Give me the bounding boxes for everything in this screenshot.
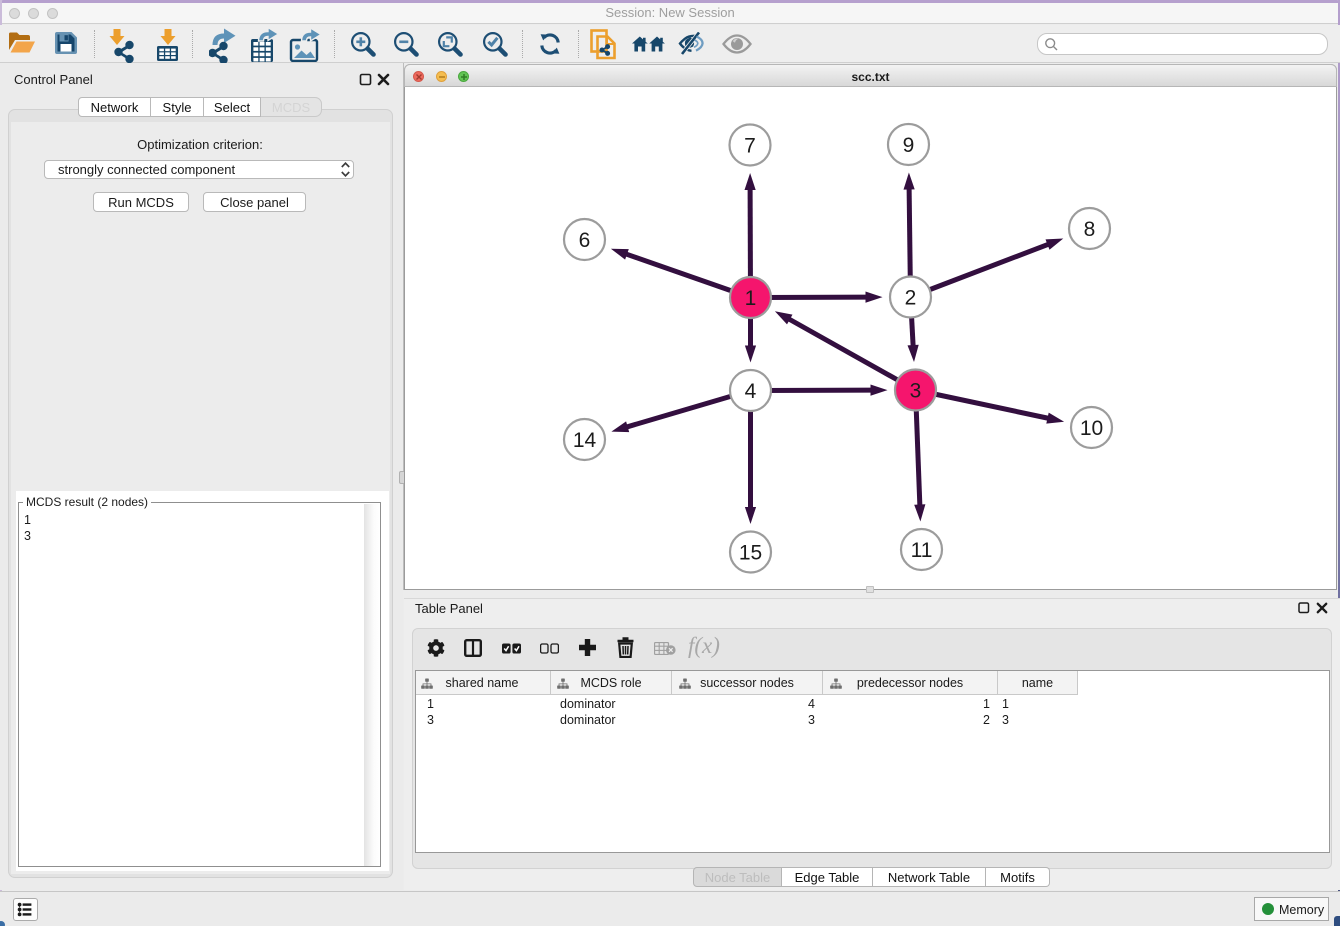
- svg-text:1: 1: [745, 287, 757, 310]
- svg-text:14: 14: [573, 429, 597, 452]
- svg-text:6: 6: [579, 229, 591, 252]
- svg-text:8: 8: [1084, 218, 1096, 241]
- svg-text:15: 15: [739, 542, 762, 565]
- svg-text:9: 9: [903, 134, 915, 157]
- svg-text:10: 10: [1080, 417, 1103, 440]
- svg-text:11: 11: [911, 539, 933, 562]
- svg-text:2: 2: [905, 287, 917, 310]
- svg-text:7: 7: [744, 135, 756, 158]
- svg-text:4: 4: [745, 380, 757, 403]
- svg-text:3: 3: [910, 380, 922, 403]
